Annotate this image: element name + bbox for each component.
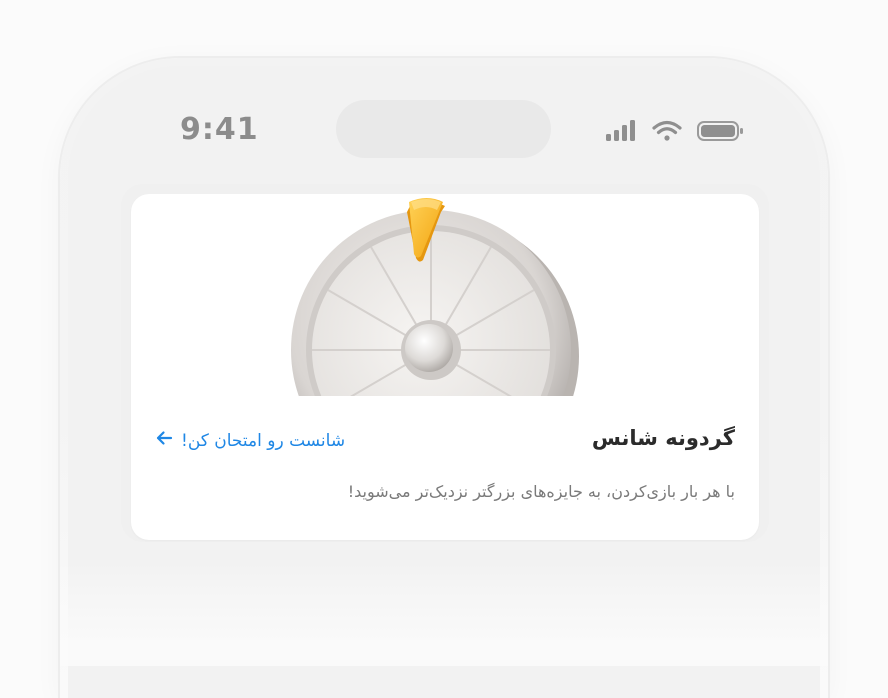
bottom-fade (60, 560, 828, 666)
try-your-luck-label: شانست رو امتحان کن! (181, 430, 346, 451)
battery-icon (697, 121, 743, 141)
status-icons (604, 118, 746, 144)
status-time: 9:41 (180, 112, 259, 147)
try-your-luck-link[interactable]: شانست رو امتحان کن! (155, 430, 345, 451)
card-description: با هر بار بازی‌کردن، به جایزه‌های بزرگتر… (347, 482, 735, 501)
dynamic-island (336, 100, 551, 158)
wifi-icon (652, 120, 682, 141)
prize-wheel-illustration (271, 194, 611, 396)
lucky-wheel-card[interactable]: گردونه شانس شانست رو امتحان کن! با هر با… (131, 194, 759, 540)
card-title: گردونه شانس (591, 426, 735, 450)
cellular-signal-icon (606, 120, 635, 141)
arrow-left-icon (155, 430, 173, 451)
